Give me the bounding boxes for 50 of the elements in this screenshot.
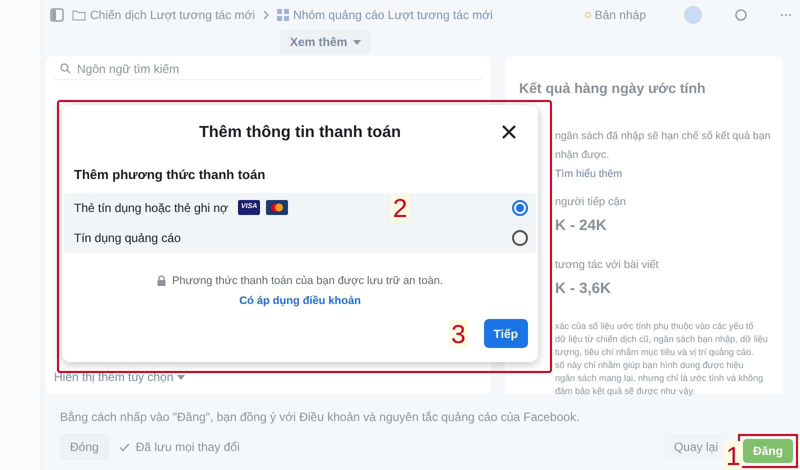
option-label: Tín dụng quảng cáo xyxy=(74,230,181,246)
radio-button[interactable] xyxy=(512,230,528,246)
metric-label: tương tác với bài viết xyxy=(555,258,660,274)
caret-icon xyxy=(353,40,362,44)
disclaimer-text: tượng, tiêu chí nhắm mục tiêu và vị trí quảng cáo. xyxy=(555,346,755,360)
caret-icon xyxy=(177,374,186,380)
next-button[interactable]: Tiếp xyxy=(484,319,528,348)
terms-link[interactable]: Có áp dụng điều khoản xyxy=(239,293,361,310)
sidebar-toggle-icon[interactable] xyxy=(50,8,64,22)
back-button[interactable]: Quay lại xyxy=(664,434,728,460)
publish-button[interactable]: Đăng xyxy=(743,439,793,463)
grid-icon xyxy=(277,9,290,21)
disclaimer-text: số này chỉ nhằm giúp bạn hình dung được hiệu xyxy=(555,359,745,372)
metric-label: người tiếp cận xyxy=(555,195,627,210)
close-button[interactable]: Đóng xyxy=(60,434,109,460)
metric-value: K - 24K xyxy=(555,216,608,236)
check-icon xyxy=(118,442,130,452)
breadcrumb[interactable]: Chiến dịch Lượt tương tác mới xyxy=(72,6,256,24)
radio-button[interactable] xyxy=(512,200,528,216)
folder-icon xyxy=(72,9,86,21)
notice-text: ngân sách đã nhập sẽ hạn chế số kết quả bạn xyxy=(555,129,772,144)
more-button[interactable]: Xem thêm xyxy=(280,30,372,54)
dialog-title: Thêm thông tin thanh toán xyxy=(199,123,401,143)
learn-more-link[interactable]: Tìm hiểu thêm xyxy=(555,166,777,182)
search-field[interactable]: Ngôn ngữ tìm kiếm xyxy=(54,58,483,80)
annotation-number: 1 xyxy=(724,441,742,470)
avatar[interactable] xyxy=(684,6,702,24)
disclaimer-text: xác của số liệu ước tính phụ thuộc vào các yếu tố xyxy=(555,320,755,334)
chevron-right-icon xyxy=(263,10,270,20)
disclaimer-text: ngân sách mang lại, nhưng chỉ là ước tính và không xyxy=(555,372,764,386)
annotation-number: 2 xyxy=(390,194,410,222)
notice-text: nhận được. xyxy=(555,148,610,163)
status-label: Bản nháp xyxy=(584,6,646,24)
disclaimer-text: dữ liệu từ chiến dịch cũ, ngân sách bạn nhập, dữ liệu xyxy=(555,333,769,346)
annotation-number: 3 xyxy=(449,320,468,348)
saved-status: Đã lưu mọi thay đổi xyxy=(136,439,240,456)
metric-value: K - 3,6K xyxy=(555,278,612,299)
results-title: Kết quả hàng ngày ước tính xyxy=(519,79,707,98)
breadcrumb[interactable]: Nhóm quảng cáo Lượt tương tác mới xyxy=(277,6,493,24)
security-note: Phương thức thanh toán của bạn được lưu trữ an toàn. xyxy=(172,274,443,288)
payment-option[interactable]: Tín dụng quảng cáo xyxy=(64,222,536,252)
disclaimer-text: đảm bảo kết quả sẽ được như vậy. xyxy=(555,385,696,398)
search-icon xyxy=(60,63,71,74)
close-icon[interactable] xyxy=(502,125,516,139)
agreement-text: Bằng cách nhấp vào "Đăng", bạn đồng ý với Điều khoản và nguyên tắc quảng cáo của Facebook. xyxy=(60,409,580,426)
section-title: Thêm phương thức thanh toán xyxy=(73,166,266,184)
more-icon[interactable] xyxy=(780,13,792,17)
lock-icon xyxy=(157,275,166,286)
option-label: Thẻ tín dụng hoặc thẻ ghi nợ xyxy=(74,200,228,216)
mastercard-icon xyxy=(266,200,288,215)
